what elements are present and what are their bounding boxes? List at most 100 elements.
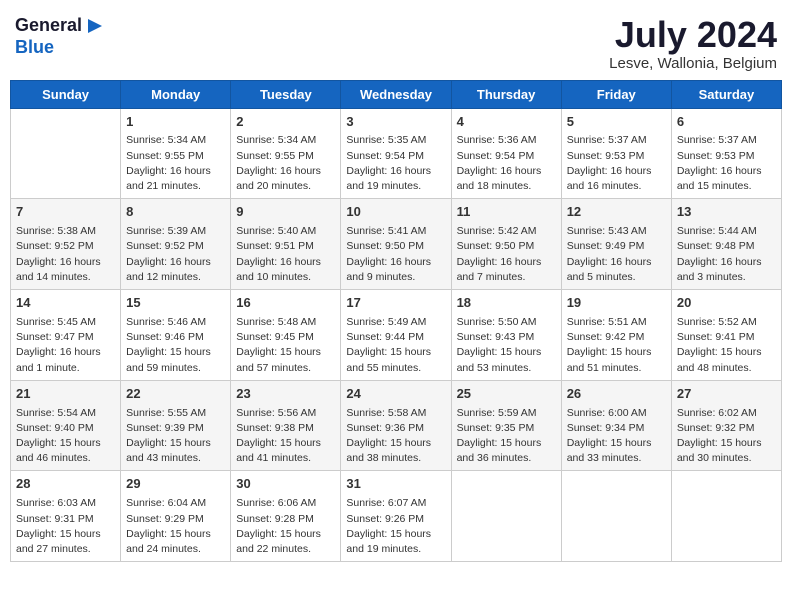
day-number: 28: [16, 475, 115, 494]
week-row-1: 1Sunrise: 5:34 AM Sunset: 9:55 PM Daylig…: [11, 108, 782, 199]
cell-content: Sunrise: 6:03 AM Sunset: 9:31 PM Dayligh…: [16, 496, 115, 557]
day-number: 18: [457, 294, 556, 313]
calendar-cell: 20 Sunrise: 5:52 AM Sunset: 9:41 PM Dayli…: [671, 290, 781, 381]
cell-content: Sunrise: 5:46 AM Sunset: 9:46 PM Dayligh…: [126, 315, 225, 376]
day-number: 31: [346, 475, 445, 494]
calendar-cell: 13Sunrise: 5:44 AM Sunset: 9:48 PM Dayli…: [671, 199, 781, 290]
day-number: 22: [126, 385, 225, 404]
calendar-cell: 10Sunrise: 5:41 AM Sunset: 9:50 PM Dayli…: [341, 199, 451, 290]
day-number: 29: [126, 475, 225, 494]
cell-content: Sunrise: 5:52 AM Sunset: 9:41 PM Dayligh…: [677, 315, 776, 376]
calendar-cell: 14Sunrise: 5:45 AM Sunset: 9:47 PM Dayli…: [11, 290, 121, 381]
calendar-cell: 18 Sunrise: 5:50 AM Sunset: 9:43 PM Dayli…: [451, 290, 561, 381]
calendar-cell: 30 Sunrise: 6:06 AM Sunset: 9:28 PM Dayli…: [231, 471, 341, 562]
calendar-cell: 25 Sunrise: 5:59 AM Sunset: 9:35 PM Dayli…: [451, 380, 561, 471]
calendar-cell: [11, 108, 121, 199]
title-block: July 2024 Lesve, Wallonia, Belgium: [609, 15, 777, 72]
day-number: 15: [126, 294, 225, 313]
day-number: 19: [567, 294, 666, 313]
calendar-cell: 24Sunrise: 5:58 AM Sunset: 9:36 PM Dayli…: [341, 380, 451, 471]
cell-content: Sunrise: 5:43 AM Sunset: 9:49 PM Dayligh…: [567, 224, 666, 285]
day-number: 4: [457, 113, 556, 132]
calendar-cell: [451, 471, 561, 562]
calendar-cell: 3Sunrise: 5:35 AM Sunset: 9:54 PM Daylig…: [341, 108, 451, 199]
day-number: 30: [236, 475, 335, 494]
cell-content: Sunrise: 5:38 AM Sunset: 9:52 PM Dayligh…: [16, 224, 115, 285]
calendar-cell: [561, 471, 671, 562]
cell-content: Sunrise: 5:34 AM Sunset: 9:55 PM Dayligh…: [236, 133, 335, 194]
cell-content: Sunrise: 5:49 AM Sunset: 9:44 PM Dayligh…: [346, 315, 445, 376]
calendar-cell: 5Sunrise: 5:37 AM Sunset: 9:53 PM Daylig…: [561, 108, 671, 199]
calendar-cell: 22 Sunrise: 5:55 AM Sunset: 9:39 PM Dayli…: [121, 380, 231, 471]
column-header-thursday: Thursday: [451, 80, 561, 108]
calendar-cell: 28 Sunrise: 6:03 AM Sunset: 9:31 PM Dayli…: [11, 471, 121, 562]
cell-content: Sunrise: 5:56 AM Sunset: 9:38 PM Dayligh…: [236, 406, 335, 467]
day-number: 9: [236, 203, 335, 222]
logo: General Blue: [15, 15, 106, 59]
cell-content: Sunrise: 6:00 AM Sunset: 9:34 PM Dayligh…: [567, 406, 666, 467]
logo-blue: Blue: [15, 37, 54, 59]
week-row-3: 14Sunrise: 5:45 AM Sunset: 9:47 PM Dayli…: [11, 290, 782, 381]
day-number: 17: [346, 294, 445, 313]
cell-content: Sunrise: 5:45 AM Sunset: 9:47 PM Dayligh…: [16, 315, 115, 376]
cell-content: Sunrise: 5:41 AM Sunset: 9:50 PM Dayligh…: [346, 224, 445, 285]
calendar-table: SundayMondayTuesdayWednesdayThursdayFrid…: [10, 80, 782, 563]
logo-arrow-icon: [84, 15, 106, 37]
week-row-5: 28 Sunrise: 6:03 AM Sunset: 9:31 PM Dayli…: [11, 471, 782, 562]
cell-content: Sunrise: 5:37 AM Sunset: 9:53 PM Dayligh…: [677, 133, 776, 194]
cell-content: Sunrise: 5:39 AM Sunset: 9:52 PM Dayligh…: [126, 224, 225, 285]
cell-content: Sunrise: 5:50 AM Sunset: 9:43 PM Dayligh…: [457, 315, 556, 376]
calendar-cell: 11 Sunrise: 5:42 AM Sunset: 9:50 PM Dayli…: [451, 199, 561, 290]
cell-content: Sunrise: 6:02 AM Sunset: 9:32 PM Dayligh…: [677, 406, 776, 467]
column-header-wednesday: Wednesday: [341, 80, 451, 108]
calendar-cell: 15 Sunrise: 5:46 AM Sunset: 9:46 PM Dayli…: [121, 290, 231, 381]
calendar-cell: 26 Sunrise: 6:00 AM Sunset: 9:34 PM Dayli…: [561, 380, 671, 471]
cell-content: Sunrise: 5:58 AM Sunset: 9:36 PM Dayligh…: [346, 406, 445, 467]
day-number: 23: [236, 385, 335, 404]
calendar-cell: 6Sunrise: 5:37 AM Sunset: 9:53 PM Daylig…: [671, 108, 781, 199]
cell-content: Sunrise: 5:37 AM Sunset: 9:53 PM Dayligh…: [567, 133, 666, 194]
cell-content: Sunrise: 6:06 AM Sunset: 9:28 PM Dayligh…: [236, 496, 335, 557]
cell-content: Sunrise: 5:35 AM Sunset: 9:54 PM Dayligh…: [346, 133, 445, 194]
calendar-cell: 2Sunrise: 5:34 AM Sunset: 9:55 PM Daylig…: [231, 108, 341, 199]
cell-content: Sunrise: 5:44 AM Sunset: 9:48 PM Dayligh…: [677, 224, 776, 285]
cell-content: Sunrise: 5:34 AM Sunset: 9:55 PM Dayligh…: [126, 133, 225, 194]
calendar-cell: 19 Sunrise: 5:51 AM Sunset: 9:42 PM Dayli…: [561, 290, 671, 381]
cell-content: Sunrise: 5:48 AM Sunset: 9:45 PM Dayligh…: [236, 315, 335, 376]
day-number: 20: [677, 294, 776, 313]
cell-content: Sunrise: 5:59 AM Sunset: 9:35 PM Dayligh…: [457, 406, 556, 467]
cell-content: Sunrise: 6:07 AM Sunset: 9:26 PM Dayligh…: [346, 496, 445, 557]
calendar-cell: 31 Sunrise: 6:07 AM Sunset: 9:26 PM Dayli…: [341, 471, 451, 562]
day-number: 27: [677, 385, 776, 404]
day-number: 26: [567, 385, 666, 404]
logo-general: General: [15, 15, 82, 37]
cell-content: Sunrise: 6:04 AM Sunset: 9:29 PM Dayligh…: [126, 496, 225, 557]
calendar-cell: 4Sunrise: 5:36 AM Sunset: 9:54 PM Daylig…: [451, 108, 561, 199]
day-number: 1: [126, 113, 225, 132]
calendar-cell: 7Sunrise: 5:38 AM Sunset: 9:52 PM Daylig…: [11, 199, 121, 290]
day-number: 2: [236, 113, 335, 132]
day-number: 25: [457, 385, 556, 404]
location: Lesve, Wallonia, Belgium: [609, 55, 777, 72]
cell-content: Sunrise: 5:42 AM Sunset: 9:50 PM Dayligh…: [457, 224, 556, 285]
calendar-cell: 1Sunrise: 5:34 AM Sunset: 9:55 PM Daylig…: [121, 108, 231, 199]
calendar-cell: 17 Sunrise: 5:49 AM Sunset: 9:44 PM Dayli…: [341, 290, 451, 381]
header-row: SundayMondayTuesdayWednesdayThursdayFrid…: [11, 80, 782, 108]
calendar-cell: 23 Sunrise: 5:56 AM Sunset: 9:38 PM Dayli…: [231, 380, 341, 471]
column-header-friday: Friday: [561, 80, 671, 108]
week-row-4: 21 Sunrise: 5:54 AM Sunset: 9:40 PM Dayli…: [11, 380, 782, 471]
month-title: July 2024: [609, 15, 777, 55]
day-number: 21: [16, 385, 115, 404]
cell-content: Sunrise: 5:51 AM Sunset: 9:42 PM Dayligh…: [567, 315, 666, 376]
page-header: General Blue July 2024 Lesve, Wallonia, …: [10, 10, 782, 72]
day-number: 11: [457, 203, 556, 222]
calendar-cell: 21 Sunrise: 5:54 AM Sunset: 9:40 PM Dayli…: [11, 380, 121, 471]
calendar-cell: 16Sunrise: 5:48 AM Sunset: 9:45 PM Dayli…: [231, 290, 341, 381]
cell-content: Sunrise: 5:54 AM Sunset: 9:40 PM Dayligh…: [16, 406, 115, 467]
column-header-tuesday: Tuesday: [231, 80, 341, 108]
day-number: 3: [346, 113, 445, 132]
day-number: 6: [677, 113, 776, 132]
cell-content: Sunrise: 5:55 AM Sunset: 9:39 PM Dayligh…: [126, 406, 225, 467]
column-header-sunday: Sunday: [11, 80, 121, 108]
day-number: 8: [126, 203, 225, 222]
